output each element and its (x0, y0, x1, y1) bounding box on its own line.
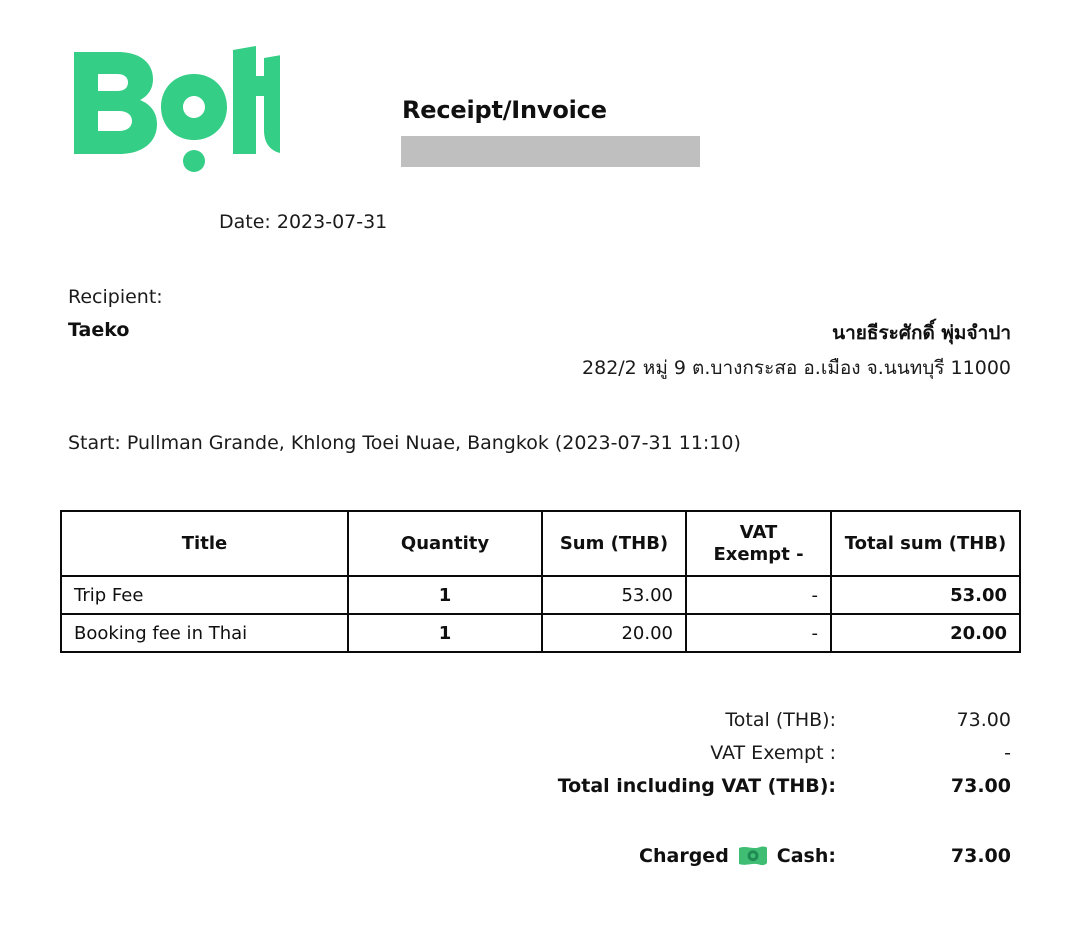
bolt-logo (70, 46, 280, 176)
line-items-table: Title Quantity Sum (THB) VAT Exempt - To… (60, 510, 1021, 653)
cell-sum: 20.00 (541, 613, 687, 653)
recipient-name: Taeko (68, 319, 130, 341)
totals-label: VAT Exempt : (710, 742, 836, 764)
totals-value: 73.00 (956, 709, 1011, 731)
cell-quantity: 1 (347, 575, 543, 615)
column-header-total-sum: Total sum (THB) (830, 510, 1021, 577)
charged-prefix-label: Charged (639, 845, 729, 867)
totals-label: Total (THB): (725, 709, 836, 731)
table-row: Booking fee in Thai 1 20.00 - 20.00 (60, 613, 1021, 653)
cell-total-sum: 20.00 (830, 613, 1021, 653)
totals-label: Total including VAT (THB): (557, 775, 836, 797)
banknote-icon-svg (738, 846, 767, 866)
vat-header-line-1: VAT (739, 521, 778, 543)
totals-row-total-including-vat: Total including VAT (THB): 73.00 (0, 775, 1011, 811)
column-header-sum: Sum (THB) (541, 510, 687, 577)
cell-title: Trip Fee (60, 575, 349, 615)
page-title: Receipt/Invoice (402, 96, 607, 124)
issuer-address: 282/2 หมู่ 9 ต.บางกระสอ อ.เมือง จ.นนทบุร… (582, 357, 1011, 379)
cell-vat: - (685, 575, 832, 615)
cell-quantity: 1 (347, 613, 543, 653)
cell-total-sum: 53.00 (830, 575, 1021, 615)
charged-label: Charged Cash: (639, 845, 836, 867)
trip-start-line: Start: Pullman Grande, Khlong Toei Nuae,… (68, 432, 741, 454)
table-header-row: Title Quantity Sum (THB) VAT Exempt - To… (60, 510, 1021, 577)
charged-section: Charged Cash: 73.00 (0, 845, 1011, 867)
bolt-wordmark-icon (74, 46, 280, 172)
totals-section: Total (THB): 73.00 VAT Exempt : - Total … (0, 709, 1011, 811)
table-row: Trip Fee 1 53.00 - 53.00 (60, 575, 1021, 615)
totals-value: 73.00 (950, 775, 1011, 797)
charged-method-label: Cash: (776, 845, 836, 867)
cell-vat: - (685, 613, 832, 653)
column-header-quantity: Quantity (347, 510, 543, 577)
column-header-title: Title (60, 510, 349, 577)
invoice-date: Date: 2023-07-31 (219, 211, 388, 233)
vat-header-line-2: Exempt - (713, 543, 804, 565)
redacted-field (401, 136, 700, 167)
recipient-label: Recipient: (68, 286, 163, 308)
issuer-name: นายธีระศักดิ์ พุ่มจำปา (832, 322, 1011, 344)
charged-value: 73.00 (950, 845, 1011, 867)
totals-value: - (1004, 742, 1011, 764)
column-header-vat: VAT Exempt - (685, 510, 832, 577)
totals-row-vat-exempt: VAT Exempt : - (0, 742, 1011, 775)
totals-row-total: Total (THB): 73.00 (0, 709, 1011, 742)
banknote-icon (738, 845, 768, 867)
cell-sum: 53.00 (541, 575, 687, 615)
cell-title: Booking fee in Thai (60, 613, 349, 653)
